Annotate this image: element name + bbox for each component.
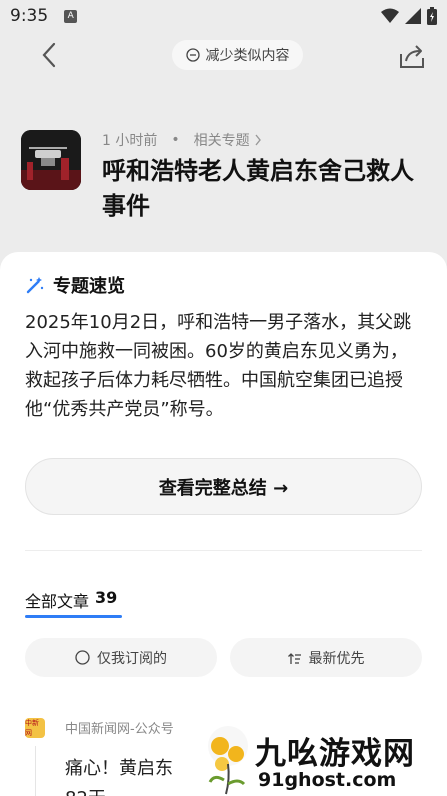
subscribed-only-filter[interactable]: 仅我订阅的 — [25, 638, 217, 677]
reduce-similar-button[interactable]: 减少类似内容 — [172, 40, 303, 70]
chevron-right-icon — [255, 134, 261, 146]
topic-title: 呼和浩特老人黄启东舍己救人事件 — [102, 157, 414, 220]
battery-icon — [427, 7, 437, 25]
notification-icon: A — [64, 9, 78, 23]
share-button[interactable] — [398, 42, 426, 70]
related-topics-label: 相关专题 — [193, 133, 250, 149]
radio-circle-icon — [75, 650, 90, 665]
overview-heading: 专题速览 — [25, 272, 125, 298]
back-button[interactable] — [38, 40, 62, 70]
chevron-left-icon — [42, 42, 56, 68]
status-time: 9:35 — [10, 6, 49, 26]
subscribed-only-label: 仅我订阅的 — [97, 650, 167, 667]
meta-dot: • — [171, 132, 180, 148]
active-tab-indicator — [25, 615, 122, 618]
magic-wand-icon — [26, 277, 44, 294]
watermark-url: 91ghost.com — [258, 769, 397, 791]
view-full-summary-button[interactable]: 查看完整总结 → — [25, 458, 422, 515]
article-count: 39 — [95, 588, 118, 607]
top-bar: 减少类似内容 — [0, 34, 447, 78]
tab-all-articles[interactable]: 全部文章 39 — [25, 588, 117, 612]
article-source: 中国新闻网-公众号 — [65, 722, 174, 737]
overview-text: 2025年10月2日，呼和浩特一男子落水，其父跳入河中施救一同被困。60岁的黄启… — [25, 312, 412, 420]
topic-header: 1 小时前 • 相关专题 呼和浩特老人黄启东舍己救人事件 — [0, 120, 447, 240]
topic-thumbnail[interactable] — [21, 130, 81, 190]
dandelion-logo — [208, 726, 248, 795]
tab-all-label: 全部文章 — [25, 592, 90, 611]
wifi-icon — [381, 8, 399, 23]
overview-heading-label: 专题速览 — [53, 276, 125, 297]
signal-icon — [405, 8, 421, 24]
topic-time: 1 小时前 — [102, 133, 158, 149]
watermark: 九吆游戏网 91ghost.com — [200, 724, 447, 796]
source-logo: 中新网 — [25, 718, 45, 738]
latest-first-filter[interactable]: 最新优先 — [230, 638, 422, 677]
related-topics-link[interactable]: 相关专题 — [194, 130, 262, 150]
sort-icon — [287, 652, 301, 664]
minus-circle-icon — [185, 48, 200, 62]
topic-image — [21, 130, 81, 190]
share-icon — [400, 45, 424, 68]
status-bar: 9:35 A — [0, 0, 447, 32]
reduce-similar-label: 减少类似内容 — [205, 48, 290, 64]
divider — [25, 550, 422, 551]
timeline-line — [35, 746, 36, 796]
watermark-name: 九吆游戏网 — [255, 736, 415, 772]
status-icons — [381, 7, 437, 25]
topic-meta: 1 小时前 • 相关专题 — [102, 130, 262, 150]
latest-first-label: 最新优先 — [308, 650, 365, 667]
content-card: 专题速览 2025年10月2日，呼和浩特一男子落水，其父跳入河中施救一同被困。6… — [0, 252, 447, 796]
